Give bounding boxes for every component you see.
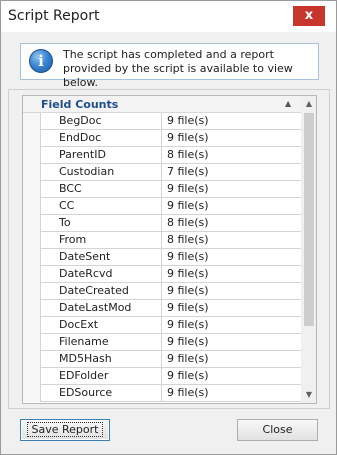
file-count-cell: 9 file(s) [167, 267, 209, 280]
table-row[interactable]: DateLastMod 9 file(s) [23, 300, 301, 317]
row-indent [23, 215, 40, 232]
file-count-cell: 9 file(s) [167, 284, 209, 297]
row-indent [23, 334, 40, 351]
row-indent [23, 198, 40, 215]
field-name-cell: DateRcvd [40, 266, 162, 283]
window-title: Script Report [8, 8, 100, 24]
row-indent [23, 147, 40, 164]
field-name-cell: To [40, 215, 162, 232]
table-row[interactable]: EDFolder 9 file(s) [23, 368, 301, 385]
field-name-cell: Filename [40, 334, 162, 351]
row-indent [23, 113, 40, 130]
row-indent [23, 385, 40, 402]
table-row[interactable]: ParentID 8 file(s) [23, 147, 301, 164]
collapse-arrow-icon[interactable]: ▲ [285, 99, 291, 108]
field-name-cell: MD5Hash [40, 351, 162, 368]
field-name-cell: DateLastMod [40, 300, 162, 317]
table-row[interactable]: CC 9 file(s) [23, 198, 301, 215]
info-message: The script has completed and a report pr… [63, 48, 293, 89]
field-name-cell: Custodian [40, 164, 162, 181]
row-indent [23, 164, 40, 181]
field-name-cell: DateSent [40, 249, 162, 266]
save-report-button[interactable]: Save Report [20, 419, 110, 441]
file-count-cell: 9 file(s) [167, 114, 209, 127]
file-count-cell: 8 file(s) [167, 216, 209, 229]
field-name-cell: EDFolder [40, 368, 162, 385]
field-name-cell: BegDoc [40, 113, 162, 130]
row-indent [23, 130, 40, 147]
field-name-cell: CC [40, 198, 162, 215]
row-indent [23, 300, 40, 317]
row-indent [23, 232, 40, 249]
group-label: Field Counts [41, 98, 119, 111]
scroll-up-icon[interactable]: ▲ [301, 96, 316, 112]
row-indent [23, 317, 40, 334]
file-count-cell: 8 file(s) [167, 233, 209, 246]
row-indent [23, 266, 40, 283]
table-row[interactable]: EndDoc 9 file(s) [23, 130, 301, 147]
field-name-cell: BCC [40, 181, 162, 198]
report-rows: BegDoc 9 file(s) EndDoc 9 file(s) ParentID 8 … [23, 113, 301, 402]
row-indent [23, 181, 40, 198]
row-indent [23, 249, 40, 266]
field-name-cell: From [40, 232, 162, 249]
table-row[interactable]: MD5Hash 9 file(s) [23, 351, 301, 368]
file-count-cell: 9 file(s) [167, 182, 209, 195]
file-count-cell: 9 file(s) [167, 369, 209, 382]
row-indent [23, 351, 40, 368]
table-row[interactable]: DateSent 9 file(s) [23, 249, 301, 266]
script-report-window: Script Report x i The script has complet… [0, 0, 337, 455]
field-name-cell: DocExt [40, 317, 162, 334]
field-name-cell: EDSource [40, 385, 162, 402]
file-count-cell: 9 file(s) [167, 199, 209, 212]
field-name-cell: EndDoc [40, 130, 162, 147]
row-indent [23, 283, 40, 300]
file-count-cell: 8 file(s) [167, 148, 209, 161]
table-row[interactable]: DateCreated 9 file(s) [23, 283, 301, 300]
table-row[interactable]: Filename 9 file(s) [23, 334, 301, 351]
file-count-cell: 9 file(s) [167, 386, 209, 399]
field-name-cell: DateCreated [40, 283, 162, 300]
close-window-button[interactable]: x [293, 6, 325, 26]
close-button[interactable]: Close [237, 419, 318, 441]
field-name-cell: ParentID [40, 147, 162, 164]
file-count-cell: 7 file(s) [167, 165, 209, 178]
save-report-label: Save Report [26, 422, 104, 437]
table-row[interactable]: To 8 file(s) [23, 215, 301, 232]
file-count-cell: 9 file(s) [167, 250, 209, 263]
report-grid[interactable]: Field Counts ▲ BegDoc 9 file(s) EndDoc 9 fi… [22, 95, 317, 404]
scrollbar-thumb[interactable] [304, 113, 314, 326]
file-count-cell: 9 file(s) [167, 301, 209, 314]
file-count-cell: 9 file(s) [167, 318, 209, 331]
table-row[interactable]: BCC 9 file(s) [23, 181, 301, 198]
table-row[interactable]: DateRcvd 9 file(s) [23, 266, 301, 283]
file-count-cell: 9 file(s) [167, 131, 209, 144]
close-icon: x [304, 8, 314, 23]
title-bar: Script Report x [1, 1, 336, 32]
group-header-field-counts[interactable]: Field Counts ▲ [23, 96, 301, 113]
file-count-cell: 9 file(s) [167, 352, 209, 365]
vertical-scrollbar[interactable]: ▲ ▼ [301, 96, 316, 403]
table-row[interactable]: Custodian 7 file(s) [23, 164, 301, 181]
file-count-cell: 9 file(s) [167, 335, 209, 348]
table-row[interactable]: EDSource 9 file(s) [23, 385, 301, 402]
info-message-box: i The script has completed and a report … [20, 43, 319, 89]
scroll-down-icon[interactable]: ▼ [301, 387, 316, 403]
table-row[interactable]: BegDoc 9 file(s) [23, 113, 301, 130]
info-icon: i [29, 49, 53, 73]
table-row[interactable]: From 8 file(s) [23, 232, 301, 249]
row-indent [23, 368, 40, 385]
table-row[interactable]: DocExt 9 file(s) [23, 317, 301, 334]
